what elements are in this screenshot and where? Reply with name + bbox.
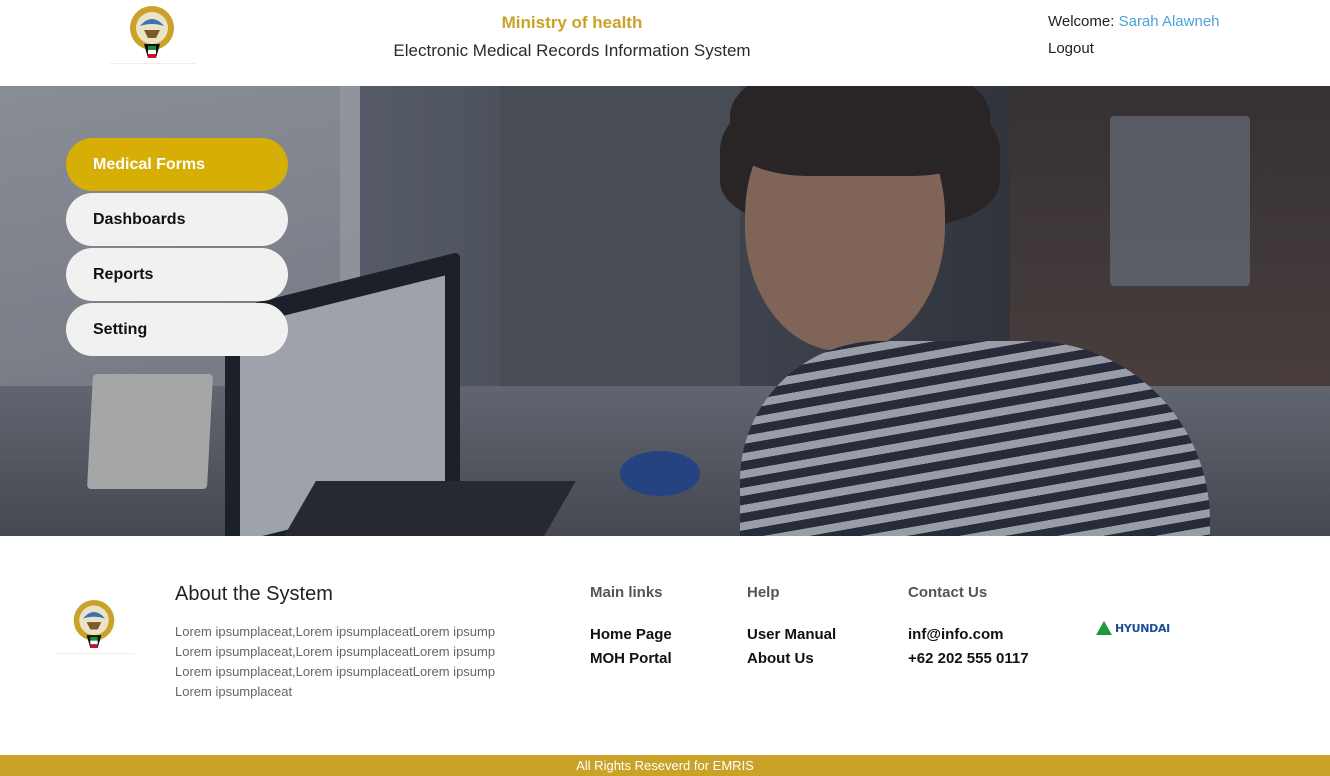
moh-portal-link[interactable]: MOH Portal: [590, 647, 672, 671]
contact-phone[interactable]: +62 202 555 0117: [908, 647, 1029, 671]
hyundai-triangle-icon: [1096, 621, 1112, 635]
hyundai-logo: HYUNDAI: [1096, 621, 1170, 635]
about-title: About the System: [175, 583, 333, 605]
contact-title: Contact Us: [908, 584, 988, 601]
menu-item-setting[interactable]: Setting: [66, 303, 288, 356]
about-us-link[interactable]: About Us: [747, 647, 836, 671]
user-name-link[interactable]: Sarah Alawneh: [1119, 13, 1220, 30]
contact-email[interactable]: inf@info.com: [908, 623, 1029, 647]
welcome-label: Welcome:: [1048, 13, 1115, 30]
menu-item-medical-forms[interactable]: Medical Forms: [66, 138, 288, 191]
help-title: Help: [747, 584, 780, 601]
main-links-title: Main links: [590, 584, 663, 601]
emblem-logo[interactable]: [110, 2, 196, 64]
user-box: Welcome: Sarah Alawneh Logout: [1048, 12, 1220, 59]
footer-main-links: Main links Home Page MOH Portal: [590, 584, 672, 671]
user-manual-link[interactable]: User Manual: [747, 623, 836, 647]
menu-item-dashboards[interactable]: Dashboards: [66, 193, 288, 246]
top-header: Ministry of health Electronic Medical Re…: [0, 0, 1330, 86]
footer-contact: Contact Us inf@info.com +62 202 555 0117: [908, 584, 1029, 671]
footer-emblem-logo: [56, 598, 134, 654]
ministry-title: Ministry of health: [501, 13, 643, 32]
header-titles: Ministry of health Electronic Medical Re…: [372, 12, 772, 62]
copyright-bar: All Rights Reseverd for EMRIS: [0, 755, 1330, 776]
about-text: Lorem ipsumplaceat,Lorem ipsumplaceatLor…: [175, 624, 496, 699]
system-title: Electronic Medical Records Information S…: [393, 41, 751, 60]
logout-link[interactable]: Logout: [1048, 39, 1220, 59]
hyundai-wordmark: HYUNDAI: [1115, 621, 1170, 635]
menu-item-reports[interactable]: Reports: [66, 248, 288, 301]
footer-help: Help User Manual About Us: [747, 584, 836, 671]
main-menu: Medical Forms Dashboards Reports Setting: [66, 138, 288, 358]
home-page-link[interactable]: Home Page: [590, 623, 672, 647]
